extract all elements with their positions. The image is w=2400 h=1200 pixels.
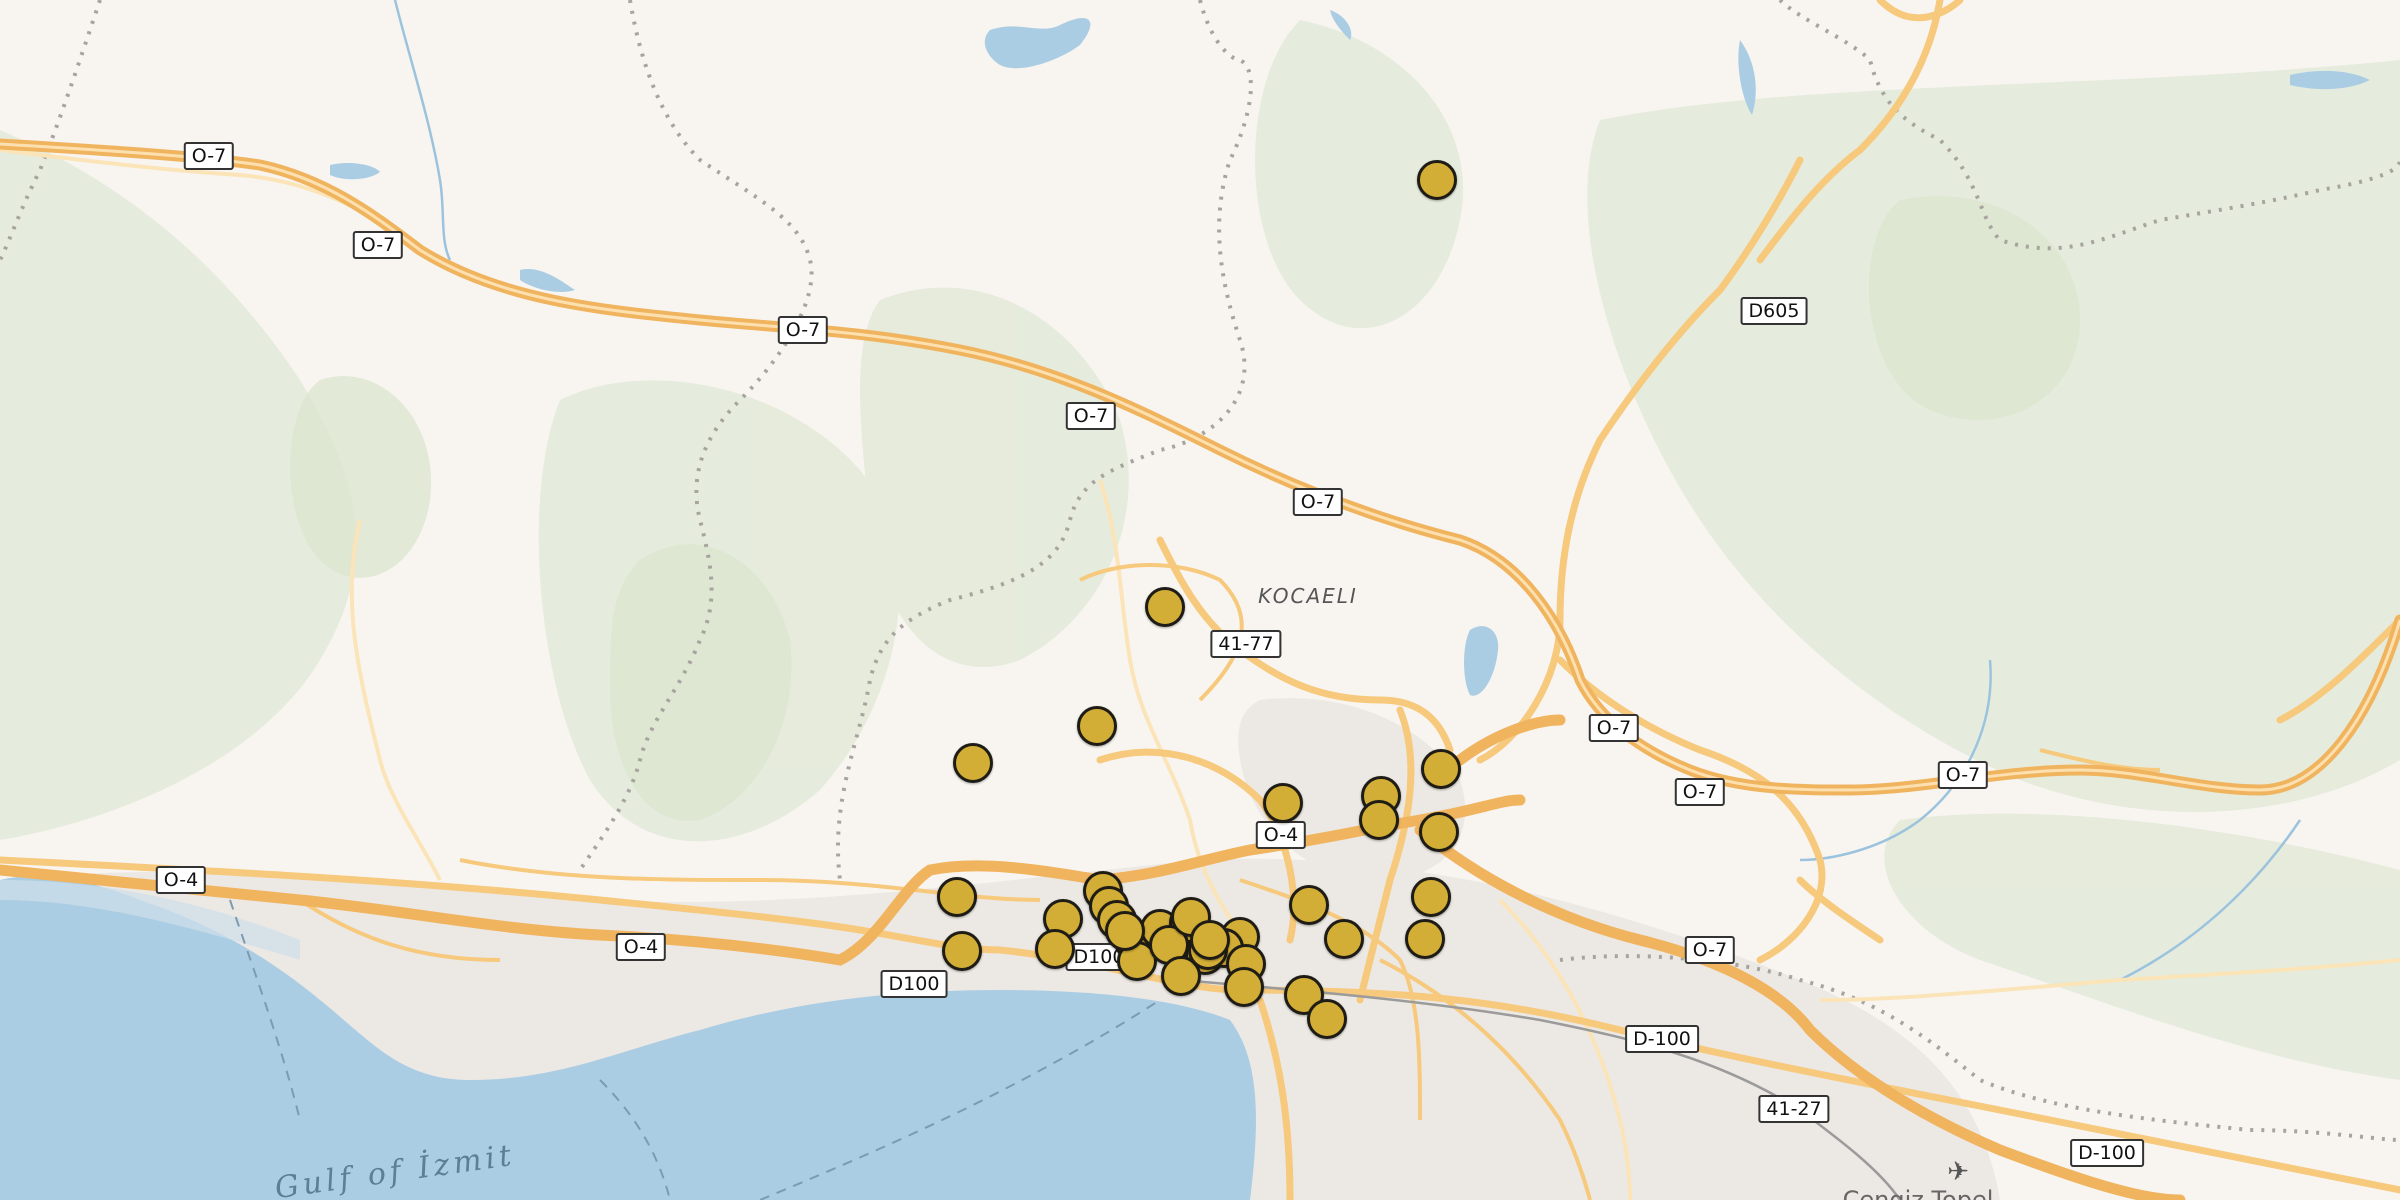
road-shield-o7: O-7: [1684, 936, 1736, 964]
road-shield-41-27: 41-27: [1758, 1095, 1830, 1123]
map-marker[interactable]: [942, 931, 982, 971]
map-marker[interactable]: [1224, 967, 1264, 1007]
map-marker[interactable]: [1307, 999, 1347, 1039]
map-marker[interactable]: [1035, 929, 1075, 969]
basemap: [0, 0, 2400, 1200]
map-marker[interactable]: [1077, 706, 1117, 746]
map-marker[interactable]: [937, 877, 977, 917]
road-shield-o7: O-7: [1292, 488, 1344, 516]
road-shield-d-100: D-100: [1625, 1025, 1699, 1053]
kocaeli-region-label: KOCAELI: [1258, 584, 1358, 608]
map-marker[interactable]: [1417, 160, 1457, 200]
airplane-icon: ✈: [1947, 1157, 1969, 1187]
road-shield-o7: O-7: [1588, 714, 1640, 742]
map-marker[interactable]: [1190, 920, 1230, 960]
map-marker[interactable]: [1145, 587, 1185, 627]
road-shield-o4: O-4: [615, 933, 667, 961]
map-marker[interactable]: [1324, 919, 1364, 959]
map-view[interactable]: Gulf of İzmit KOCAELI Cengiz Topel ✈ O-7…: [0, 0, 2400, 1200]
cengiz-topel-label: Cengiz Topel: [1842, 1186, 1994, 1200]
road-shield-41-77: 41-77: [1210, 630, 1282, 658]
map-marker[interactable]: [1359, 800, 1399, 840]
map-marker[interactable]: [1421, 749, 1461, 789]
road-shield-o7: O-7: [352, 231, 404, 259]
road-shield-o7: O-7: [1674, 778, 1726, 806]
road-shield-o4: O-4: [155, 866, 207, 894]
road-shield-o7: O-7: [777, 316, 829, 344]
road-shield-o7: O-7: [1937, 761, 1989, 789]
map-marker[interactable]: [1405, 919, 1445, 959]
map-marker[interactable]: [1419, 812, 1459, 852]
road-shield-d-100: D-100: [2070, 1139, 2144, 1167]
map-marker[interactable]: [1411, 877, 1451, 917]
road-shield-o7: O-7: [1065, 402, 1117, 430]
map-marker[interactable]: [953, 743, 993, 783]
map-marker[interactable]: [1263, 783, 1303, 823]
road-shield-d100: D100: [880, 970, 948, 998]
road-shield-d605: D605: [1740, 297, 1808, 325]
road-shield-o7: O-7: [183, 142, 235, 170]
map-marker[interactable]: [1289, 885, 1329, 925]
map-marker[interactable]: [1105, 911, 1145, 951]
road-shield-o4: O-4: [1255, 821, 1307, 849]
